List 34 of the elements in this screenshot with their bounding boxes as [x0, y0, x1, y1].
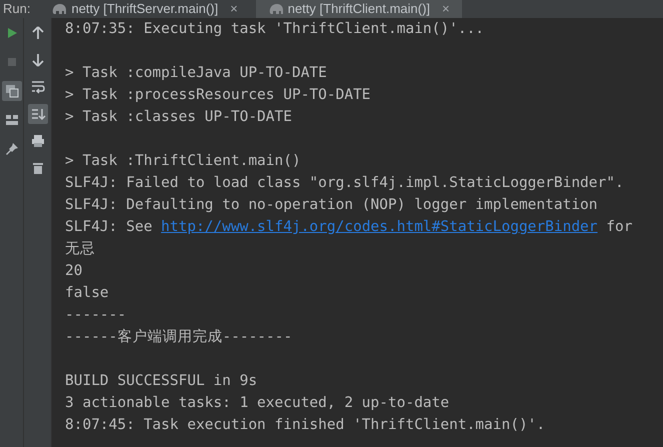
log-text: BUILD SUCCESSFUL in 9s	[65, 373, 258, 389]
log-text: for	[605, 219, 632, 235]
scroll-to-end-button[interactable]	[28, 104, 48, 124]
up-arrow-icon	[30, 25, 46, 41]
soft-wrap-icon	[30, 79, 46, 95]
down-arrow-icon	[30, 52, 46, 68]
log-link[interactable]: http://www.slf4j.org/codes.html#StaticLoggerBinder	[161, 219, 598, 235]
log-text: 无忌	[65, 241, 95, 257]
log-text: > Task :processResources UP-TO-DATE	[65, 87, 371, 103]
log-text: ------客户端调用完成--------	[65, 329, 292, 345]
close-icon[interactable]: ×	[442, 0, 450, 19]
log-text: 8:07:35: Executing task 'ThriftClient.main()'...	[65, 21, 484, 37]
restore-layout-icon	[4, 83, 20, 99]
log-text: 20	[65, 263, 82, 279]
log-text: SLF4J: Defaulting to no-operation (NOP) logger implementation	[65, 197, 598, 213]
layout-icon	[4, 112, 20, 128]
print-icon	[30, 133, 46, 149]
restore-layout-button[interactable]	[2, 81, 22, 101]
close-icon[interactable]: ×	[230, 0, 238, 19]
run-tab[interactable]: netty [ThriftClient.main()] ×	[256, 0, 462, 18]
log-text: 8:07:45: Task execution finished 'ThriftClient.main()'.	[65, 417, 546, 433]
pin-icon	[4, 141, 20, 157]
log-text: > Task :compileJava UP-TO-DATE	[65, 65, 327, 81]
run-label: Run:	[2, 0, 32, 18]
log-text: false	[65, 285, 109, 301]
log-text: > Task :ThriftClient.main()	[65, 153, 301, 169]
scroll-to-end-icon	[30, 106, 46, 122]
log-text: SLF4J: Failed to load class "org.slf4j.impl.StaticLoggerBinder".	[65, 175, 624, 191]
log-text: > Task :classes UP-TO-DATE	[65, 109, 292, 125]
tab-label: netty [ThriftClient.main()]	[288, 0, 430, 18]
log-text: 3 actionable tasks: 1 executed, 2 up-to-date	[65, 395, 450, 411]
tab-label: netty [ThriftServer.main()]	[71, 0, 218, 18]
log-text: SLF4J: See	[65, 219, 154, 235]
log-text: -------	[65, 307, 126, 323]
